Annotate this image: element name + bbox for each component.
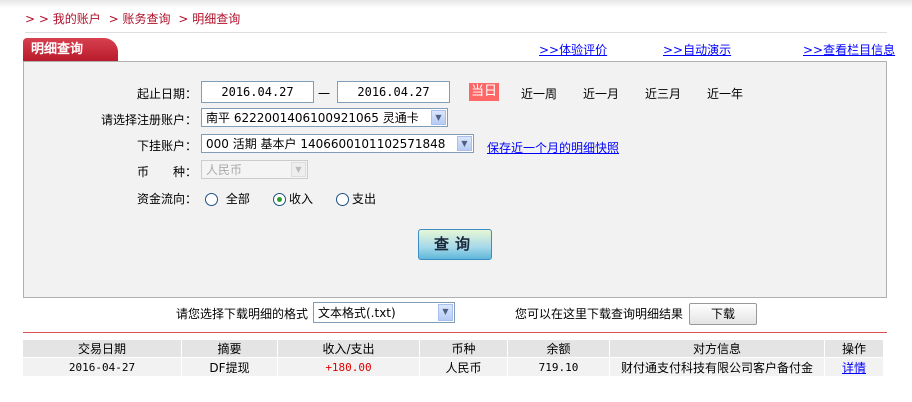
end-date-input[interactable]: 2016.04.27 <box>337 81 450 103</box>
flow-option-label: 收入 <box>289 192 314 206</box>
quick-date-today[interactable]: 当日 <box>469 83 499 101</box>
col-currency: 币种 <box>419 340 508 358</box>
transaction-table: 交易日期 摘要 收入/支出 币种 余额 对方信息 操作 2016-04-27 D… <box>23 340 884 376</box>
divider-red <box>23 332 887 333</box>
flow-label: 资金流向： <box>136 192 197 206</box>
details-link[interactable]: 详情 <box>824 357 884 376</box>
sub-account-value: 000 活期 基本户 1406600101102571848 <box>206 137 446 151</box>
breadcrumb-prefix: > > <box>25 12 49 26</box>
cell-balance: 719.10 <box>507 357 610 376</box>
table-row: 2016-04-27 DF提现 +180.00 人民币 719.10 财付通支付… <box>23 357 884 376</box>
radio-icon[interactable] <box>205 193 218 206</box>
chevron-down-icon: ▼ <box>457 136 472 151</box>
snapshot-link[interactable]: 保存近一个月的明细快照 <box>487 139 619 156</box>
date-label: 起止日期： <box>136 87 197 101</box>
column-info-link[interactable]: >>查看栏目信息 <box>803 41 895 58</box>
chevron-down-icon: ▼ <box>438 304 453 321</box>
col-counterparty: 对方信息 <box>609 340 825 358</box>
col-amount: 收入/支出 <box>277 340 420 358</box>
cell-currency: 人民币 <box>419 357 508 376</box>
download-format-value: 文本格式(.txt) <box>318 306 396 320</box>
quick-date-3months[interactable]: 近三月 <box>645 85 681 102</box>
breadcrumb-sep: > <box>108 12 119 26</box>
download-format-select[interactable]: 文本格式(.txt) ▼ <box>313 302 455 323</box>
currency-select[interactable]: 人民币 ▼ <box>201 160 308 179</box>
flow-option-expense[interactable]: 支出 <box>336 190 376 207</box>
breadcrumb-detail-query: 明细查询 <box>192 12 241 26</box>
start-date-input[interactable]: 2016.04.27 <box>201 81 314 103</box>
currency-value: 人民币 <box>206 163 243 177</box>
breadcrumb-sep: > <box>178 12 189 26</box>
table-header-row: 交易日期 摘要 收入/支出 币种 余额 对方信息 操作 <box>23 340 884 358</box>
sub-account-label: 下挂账户： <box>136 139 197 153</box>
feedback-link[interactable]: >>体验评价 <box>539 41 607 58</box>
quick-date-month[interactable]: 近一月 <box>583 85 619 102</box>
date-dash: 一 <box>318 87 331 101</box>
sub-account-select[interactable]: 000 活期 基本户 1406600101102571848 ▼ <box>201 134 474 153</box>
col-balance: 余额 <box>507 340 610 358</box>
radio-icon[interactable] <box>336 193 349 206</box>
cell-summary: DF提现 <box>181 357 278 376</box>
col-date: 交易日期 <box>23 340 182 358</box>
cell-counterparty: 财付通支付科技有限公司客户备付金 <box>609 357 825 376</box>
chevron-down-icon: ▼ <box>291 162 306 177</box>
reg-account-select[interactable]: 南平 6222001406100921065 灵通卡 ▼ <box>201 108 448 127</box>
quick-date-week[interactable]: 近一周 <box>521 85 557 102</box>
flow-option-label: 支出 <box>352 192 377 206</box>
reg-account-label: 请选择注册账户： <box>100 113 197 127</box>
quick-date-year[interactable]: 近一年 <box>707 85 743 102</box>
flow-option-label: 全部 <box>225 192 250 206</box>
query-button[interactable]: 查询 <box>418 229 492 260</box>
currency-label: 币 种： <box>136 165 197 179</box>
reg-account-value: 南平 6222001406100921065 灵通卡 <box>206 111 419 125</box>
cell-date: 2016-04-27 <box>23 357 182 376</box>
breadcrumb-my-account[interactable]: 我的账户 <box>53 12 101 26</box>
col-action: 操作 <box>824 340 884 358</box>
auto-demo-link[interactable]: >>自动演示 <box>663 41 731 58</box>
divider <box>25 32 887 33</box>
flow-option-income[interactable]: 收入 <box>273 190 313 207</box>
chevron-down-icon: ▼ <box>431 110 446 125</box>
radio-checked-icon[interactable] <box>273 193 286 206</box>
download-hint: 您可以在这里下载查询明细结果 <box>515 307 684 321</box>
tab-detail-query[interactable]: 明细查询 <box>23 38 118 62</box>
top-shadow <box>0 0 912 8</box>
flow-option-all[interactable]: 全部 <box>205 190 250 207</box>
col-summary: 摘要 <box>181 340 278 358</box>
download-button[interactable]: 下载 <box>689 303 757 325</box>
download-format-label: 请您选择下载明细的格式 <box>176 307 309 321</box>
cell-amount: +180.00 <box>277 357 420 376</box>
breadcrumb: > > 我的账户 > 账务查询 > 明细查询 <box>25 10 240 27</box>
breadcrumb-account-query[interactable]: 账务查询 <box>123 12 171 26</box>
